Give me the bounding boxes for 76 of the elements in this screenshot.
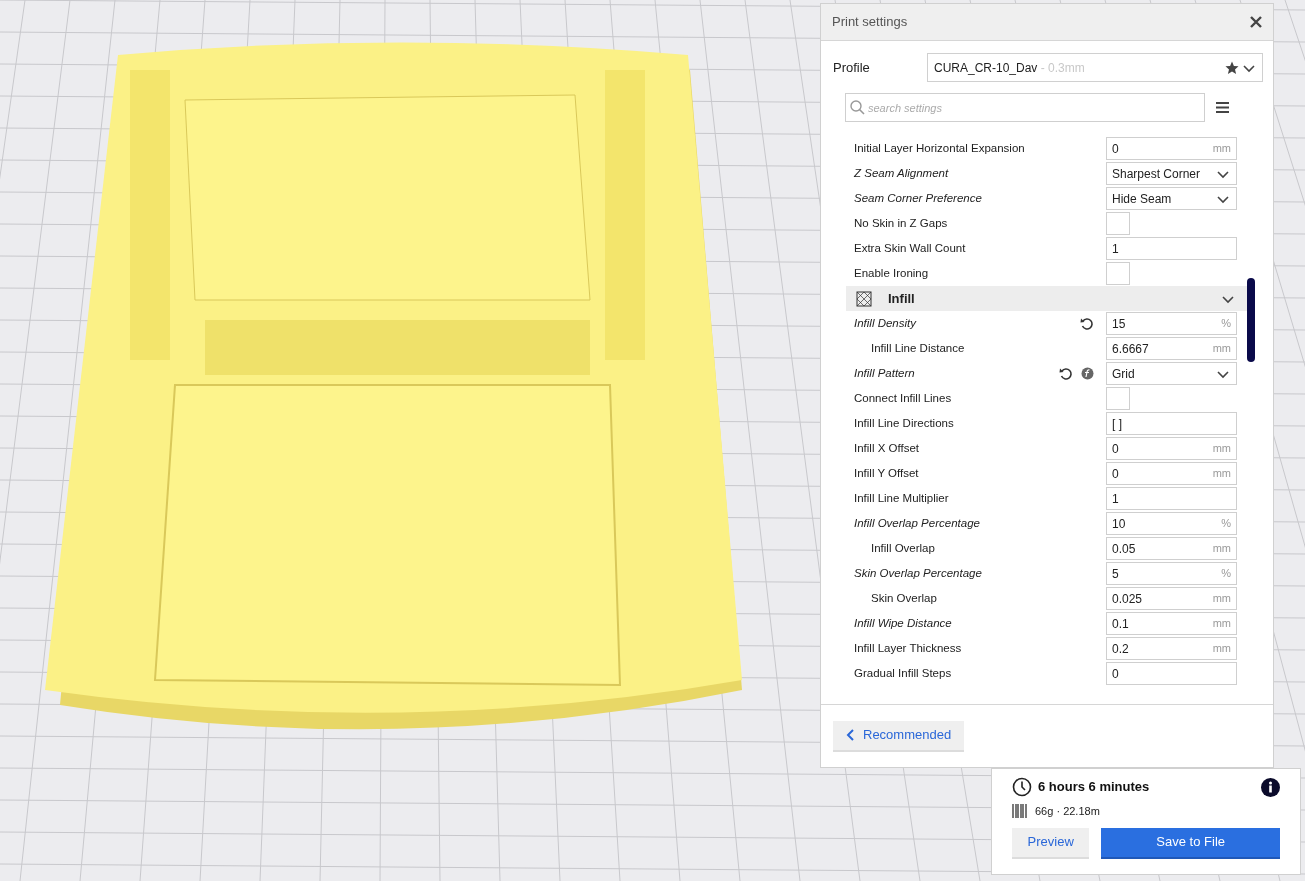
setting-label: Z Seam Alignment	[854, 165, 949, 181]
setting-label: Extra Skin Wall Count	[854, 240, 966, 256]
clock-icon	[1012, 777, 1032, 797]
save-to-file-button[interactable]: Save to File	[1101, 827, 1280, 859]
number-field[interactable]: 1	[1106, 487, 1237, 510]
setting-label: Infill Density	[854, 315, 916, 331]
scrollbar[interactable]	[1247, 278, 1255, 362]
unit-label: mm	[1212, 466, 1231, 482]
dropdown[interactable]: Grid	[1106, 362, 1237, 385]
category-header[interactable]: Infill	[846, 286, 1247, 311]
unit-label: mm	[1212, 616, 1231, 632]
setting-label: Initial Layer Horizontal Expansion	[854, 140, 1025, 156]
setting-label: Gradual Infill Steps	[854, 665, 952, 681]
search-field[interactable]: search settings	[845, 93, 1205, 122]
print-time: 6 hours 6 minutes	[1038, 778, 1150, 797]
setting-label: Infill X Offset	[854, 440, 919, 456]
number-field[interactable]: 0.1 mm	[1106, 612, 1237, 635]
close-icon[interactable]	[1250, 16, 1262, 28]
number-field[interactable]: 0.2 mm	[1106, 637, 1237, 660]
number-field[interactable]: 15 %	[1106, 312, 1237, 335]
number-field[interactable]: 1	[1106, 237, 1237, 260]
material-usage: 66g · 22.18m	[1035, 804, 1100, 819]
chevron-left-icon	[846, 729, 855, 741]
menu-icon[interactable]	[1216, 102, 1229, 113]
setting-label: Infill Line Directions	[854, 415, 954, 431]
setting-label: Connect Infill Lines	[854, 390, 952, 406]
setting-label: Infill Overlap Percentage	[854, 515, 980, 531]
filament-icon	[1012, 803, 1028, 820]
setting-label: Seam Corner Preference	[854, 190, 982, 206]
unit-label: mm	[1212, 441, 1231, 457]
function-icon[interactable]	[1081, 367, 1094, 380]
setting-label: Infill Y Offset	[854, 465, 919, 481]
infill-pattern-icon	[856, 290, 872, 307]
unit-label: mm	[1212, 591, 1231, 607]
number-field[interactable]: 0.025 mm	[1106, 587, 1237, 610]
category-title: Infill	[888, 289, 915, 308]
unit-label: mm	[1212, 641, 1231, 657]
profile-label: Profile	[833, 58, 871, 77]
number-field[interactable]: 0	[1106, 662, 1237, 685]
setting-label: Skin Overlap	[871, 590, 937, 606]
number-field[interactable]: 0 mm	[1106, 437, 1237, 460]
reset-icon[interactable]	[1080, 316, 1094, 331]
unit-label: mm	[1212, 141, 1231, 157]
unit-label: mm	[1212, 341, 1231, 357]
number-field[interactable]: 0.05 mm	[1106, 537, 1237, 560]
setting-label: Infill Layer Thickness	[854, 640, 962, 656]
setting-label: Infill Line Multiplier	[854, 490, 949, 506]
unit-label: %	[1221, 516, 1231, 532]
setting-label: Infill Wipe Distance	[854, 615, 952, 631]
dropdown[interactable]: Sharpest Corner	[1106, 162, 1237, 185]
setting-label: Enable Ironing	[854, 265, 929, 281]
unit-label: %	[1221, 566, 1231, 582]
dropdown[interactable]: Hide Seam	[1106, 187, 1237, 210]
unit-label: mm	[1212, 541, 1231, 557]
setting-label: Infill Pattern	[854, 365, 915, 381]
number-field[interactable]: [ ]	[1106, 412, 1237, 435]
number-field[interactable]: 0 mm	[1106, 137, 1237, 160]
star-icon[interactable]	[1225, 60, 1239, 75]
number-field[interactable]: 6.6667 mm	[1106, 337, 1237, 360]
checkbox[interactable]	[1106, 387, 1130, 410]
number-field[interactable]: 5 %	[1106, 562, 1237, 585]
recommended-button[interactable]: Recommended	[833, 720, 965, 752]
setting-label: No Skin in Z Gaps	[854, 215, 948, 231]
setting-label: Skin Overlap Percentage	[854, 565, 982, 581]
setting-label: Infill Overlap	[871, 540, 935, 556]
setting-label: Infill Line Distance	[871, 340, 965, 356]
info-icon[interactable]	[1261, 777, 1280, 797]
preview-button[interactable]: Preview	[1012, 827, 1090, 859]
number-field[interactable]: 10 %	[1106, 512, 1237, 535]
checkbox[interactable]	[1106, 212, 1130, 235]
checkbox[interactable]	[1106, 262, 1130, 285]
search-icon	[850, 100, 865, 115]
reset-icon[interactable]	[1059, 366, 1073, 381]
panel-title: Print settings	[832, 13, 908, 32]
number-field[interactable]: 0 mm	[1106, 462, 1237, 485]
unit-label: %	[1221, 316, 1231, 332]
